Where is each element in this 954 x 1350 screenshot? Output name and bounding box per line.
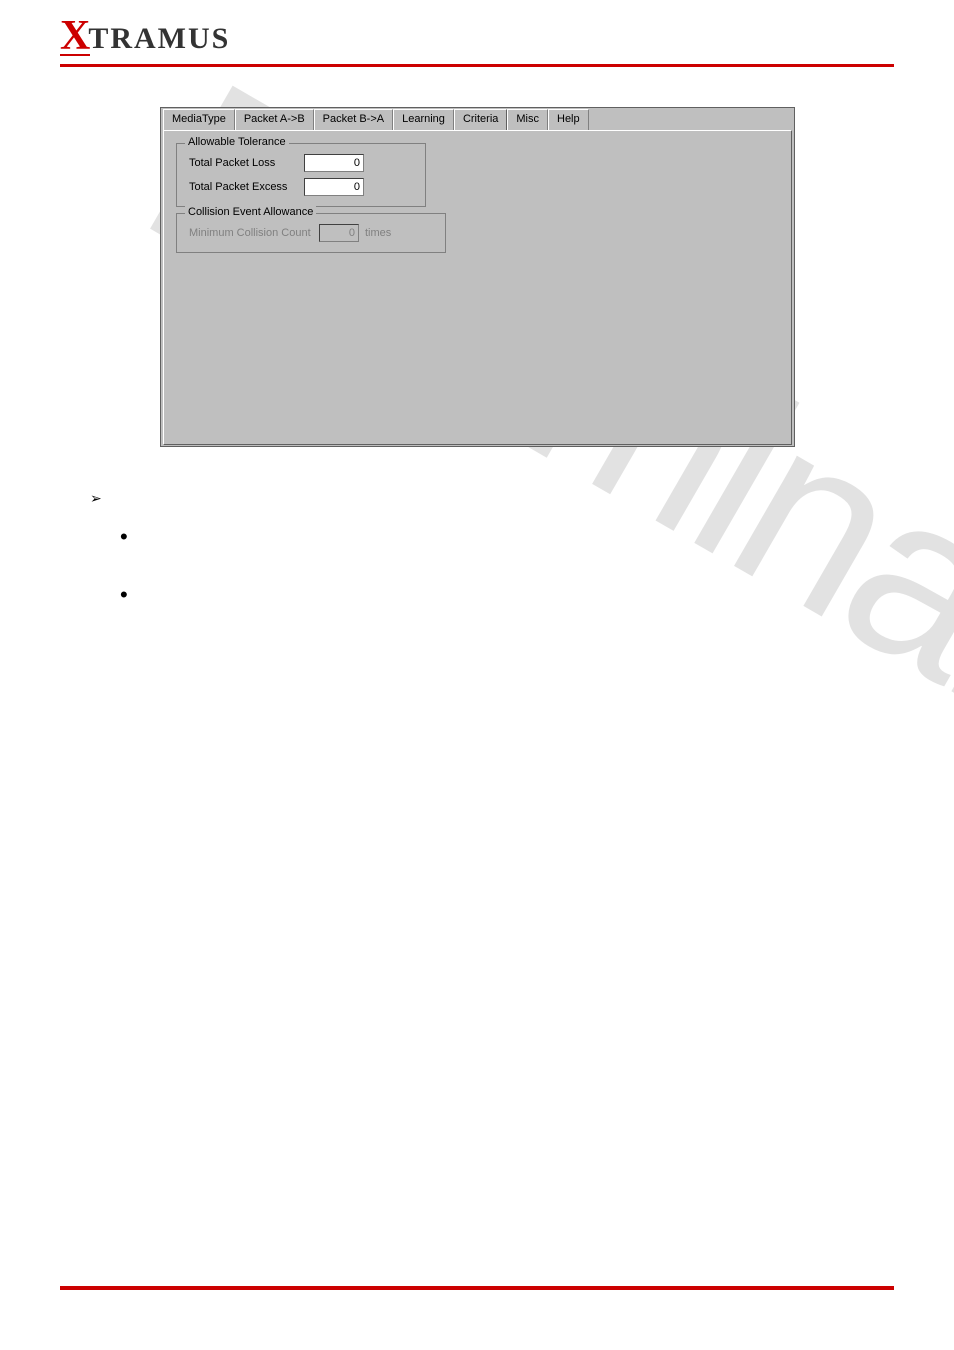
row-total-packet-loss: Total Packet Loss bbox=[189, 154, 413, 172]
tab-packet-a-to-b[interactable]: Packet A->B bbox=[235, 109, 314, 130]
bullet-dot-1: • bbox=[120, 526, 128, 548]
tab-misc[interactable]: Misc bbox=[507, 109, 548, 130]
label-total-packet-excess: Total Packet Excess bbox=[189, 181, 304, 193]
bullet-list: ➢ • • bbox=[90, 490, 128, 606]
input-total-packet-loss[interactable] bbox=[304, 154, 364, 172]
tab-help[interactable]: Help bbox=[548, 109, 589, 130]
tab-mediatype[interactable]: MediaType bbox=[163, 109, 235, 130]
row-minimum-collision: Minimum Collision Count times bbox=[189, 224, 433, 242]
groupbox-legend-tolerance: Allowable Tolerance bbox=[185, 136, 289, 148]
footer-divider bbox=[60, 1286, 894, 1290]
page-header: X TRAMUS bbox=[0, 0, 954, 67]
label-total-packet-loss: Total Packet Loss bbox=[189, 157, 304, 169]
tab-packet-b-to-a[interactable]: Packet B->A bbox=[314, 109, 393, 130]
groupbox-legend-collision: Collision Event Allowance bbox=[185, 206, 316, 218]
label-minimum-collision: Minimum Collision Count bbox=[189, 227, 319, 239]
tab-criteria[interactable]: Criteria bbox=[454, 109, 507, 130]
tab-content-criteria: Allowable Tolerance Total Packet Loss To… bbox=[163, 130, 792, 445]
row-total-packet-excess: Total Packet Excess bbox=[189, 178, 413, 196]
input-minimum-collision bbox=[319, 224, 359, 242]
logo-x-letter: X bbox=[60, 20, 90, 56]
content-area: Preliminary MediaType Packet A->B Packet… bbox=[160, 107, 864, 447]
logo-container: X TRAMUS bbox=[60, 20, 894, 67]
input-total-packet-excess[interactable] bbox=[304, 178, 364, 196]
logo-brand-text: TRAMUS bbox=[88, 24, 230, 54]
bullet-arrow-icon: ➢ bbox=[90, 490, 102, 506]
tab-learning[interactable]: Learning bbox=[393, 109, 454, 130]
label-times-suffix: times bbox=[365, 227, 391, 239]
settings-dialog: MediaType Packet A->B Packet B->A Learni… bbox=[160, 107, 795, 447]
groupbox-allowable-tolerance: Allowable Tolerance Total Packet Loss To… bbox=[176, 143, 426, 207]
groupbox-collision-event: Collision Event Allowance Minimum Collis… bbox=[176, 213, 446, 253]
tab-strip: MediaType Packet A->B Packet B->A Learni… bbox=[161, 108, 794, 130]
bullet-dot-2: • bbox=[120, 584, 128, 606]
